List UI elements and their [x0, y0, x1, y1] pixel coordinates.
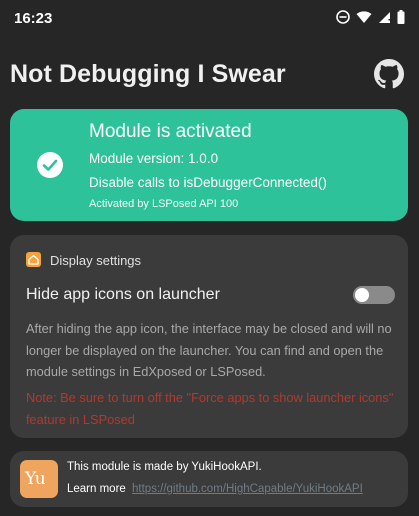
- hide-icons-label: Hide app icons on launcher: [26, 286, 220, 303]
- display-settings-card: Display settings Hide app icons on launc…: [10, 235, 408, 438]
- battery-icon: [397, 10, 405, 24]
- hide-icons-description: After hiding the app icon, the interface…: [26, 321, 392, 379]
- wifi-icon: [356, 10, 372, 23]
- launcher-icons-note: Note: Be sure to turn off the "Force app…: [26, 390, 394, 427]
- module-status-card: Module is activated Module version: 1.0.…: [10, 109, 408, 221]
- app-title: Not Debugging I Swear: [10, 60, 286, 88]
- yukihook-credit-card: Yu This module is made by YukiHookAPI. L…: [10, 451, 408, 507]
- status-bar: 16:23: [0, 0, 419, 38]
- learn-more-row: Learn more https://github.com/HighCapabl…: [67, 483, 363, 495]
- yukihook-link[interactable]: https://github.com/HighCapable/YukiHookA…: [132, 483, 363, 495]
- display-settings-title: Display settings: [50, 253, 142, 268]
- status-time: 16:23: [14, 10, 53, 27]
- module-version: Module version: 1.0.0: [89, 151, 219, 166]
- hide-icons-toggle[interactable]: [353, 286, 395, 304]
- signal-icon: [379, 11, 390, 23]
- module-description: Disable calls to isDebuggerConnected(): [89, 175, 327, 190]
- toggle-knob: [355, 288, 369, 302]
- home-settings-icon: [26, 252, 41, 267]
- github-icon[interactable]: [374, 59, 404, 89]
- activated-by-label: Activated by LSPosed API 100: [89, 198, 239, 210]
- check-circle-icon: [37, 152, 63, 178]
- yukihook-logo: Yu: [20, 460, 58, 498]
- status-icons: [336, 10, 405, 24]
- module-status-title: Module is activated: [89, 121, 252, 142]
- credit-text: This module is made by YukiHookAPI.: [67, 461, 262, 473]
- learn-more-label: Learn more: [67, 483, 126, 495]
- do-not-disturb-icon: [336, 10, 350, 24]
